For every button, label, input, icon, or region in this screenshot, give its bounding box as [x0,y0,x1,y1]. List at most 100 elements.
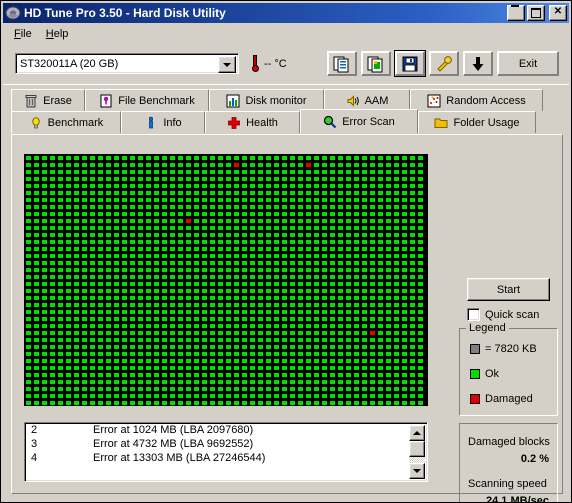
error-log-list[interactable]: 2 Error at 1024 MB (LBA 2097680) 3 Error at… [24,422,428,482]
scan-block [265,183,273,190]
menu-item-file[interactable]: FFileile [7,26,39,42]
scan-block [249,351,257,358]
scan-block-map[interactable] [24,154,428,406]
close-button[interactable]: ✕ [549,5,567,21]
menu-item-help[interactable]: HHelpelp [39,26,76,42]
drive-select[interactable]: ST320011A (20 GB) [15,53,239,74]
scan-block [113,232,121,239]
scan-block [401,400,409,405]
damaged-blocks-label: Damaged blocks [468,436,550,448]
scan-block [41,190,49,197]
scan-block [129,379,137,386]
scan-block [129,337,137,344]
scan-block [273,379,281,386]
scan-block [89,358,97,365]
scan-block [273,337,281,344]
copy-image-button[interactable] [361,51,391,76]
chevron-down-icon[interactable] [218,56,236,73]
scan-block [81,274,89,281]
scan-block [105,232,113,239]
scan-block [193,246,201,253]
scan-block [361,260,369,267]
scan-block [321,358,329,365]
copy-text-button[interactable] [327,51,357,76]
quick-scan-checkbox[interactable] [467,308,480,321]
scan-block [281,372,289,379]
start-button[interactable]: Start [467,278,550,301]
scan-block [121,400,129,405]
tab-erase[interactable]: Erase [11,89,85,111]
scan-block [273,365,281,372]
quick-scan-option[interactable]: Quick scan [467,308,539,321]
scan-block [113,295,121,302]
error-log-row[interactable]: 4 Error at 13303 MB (LBA 27246544) [25,451,427,465]
error-log-row[interactable]: 3 Error at 4732 MB (LBA 9692552) [25,437,427,451]
scan-block [177,197,185,204]
scan-block [25,239,33,246]
scan-block [121,372,129,379]
scan-block [145,190,153,197]
scan-block [193,281,201,288]
options-button[interactable] [429,51,459,76]
scan-block [41,316,49,323]
scan-block [297,365,305,372]
tab-aam[interactable]: AAM [324,89,410,111]
scan-block [105,330,113,337]
scan-block [121,197,129,204]
scroll-thumb[interactable] [409,441,425,457]
scan-block [201,365,209,372]
scan-block [393,372,401,379]
tab-error-scan[interactable]: Error Scan [300,109,418,133]
scan-block [57,400,65,405]
exit-button[interactable]: Exit [497,51,559,76]
tab-benchmark[interactable]: Benchmark [11,111,121,133]
scan-block [281,358,289,365]
scan-block [241,323,249,330]
scan-block [289,295,297,302]
scan-block [393,211,401,218]
scan-block [89,393,97,400]
scan-block [305,372,313,379]
tab-folder-usage[interactable]: Folder Usage [418,111,536,133]
scan-block [281,393,289,400]
tab-random-access[interactable]: Random Access [410,89,543,111]
tab-info[interactable]: Info [121,111,205,133]
tab-disk-monitor[interactable]: Disk monitor [209,89,324,111]
scroll-track[interactable] [409,441,425,463]
scan-block [377,239,385,246]
scan-block [281,316,289,323]
tab-health[interactable]: Health [205,111,300,133]
scan-block [225,302,233,309]
scan-block [193,162,201,169]
scan-block [225,316,233,323]
scan-block [361,323,369,330]
scan-block [89,323,97,330]
log-scrollbar[interactable] [409,425,425,479]
scan-block [177,302,185,309]
scan-block [281,155,289,162]
scan-block [393,274,401,281]
scan-block [129,323,137,330]
scan-block [65,400,73,405]
download-button[interactable] [463,51,493,76]
scan-block [73,211,81,218]
scroll-down-button[interactable] [409,463,425,479]
scan-block [377,309,385,316]
scan-block [169,211,177,218]
maximize-button[interactable] [527,5,545,21]
scan-block [97,169,105,176]
scan-block [81,379,89,386]
save-button[interactable] [394,50,426,77]
scan-block [297,274,305,281]
error-log-row[interactable]: 2 Error at 1024 MB (LBA 2097680) [25,423,427,437]
tab-file-benchmark[interactable]: File Benchmark [85,89,209,111]
minimize-button[interactable] [507,5,525,21]
scan-block [121,365,129,372]
scan-block [401,344,409,351]
scan-block [377,176,385,183]
scan-block [121,302,129,309]
scan-block [169,197,177,204]
scan-block [305,386,313,393]
scroll-up-button[interactable] [409,425,425,441]
scan-block [401,225,409,232]
